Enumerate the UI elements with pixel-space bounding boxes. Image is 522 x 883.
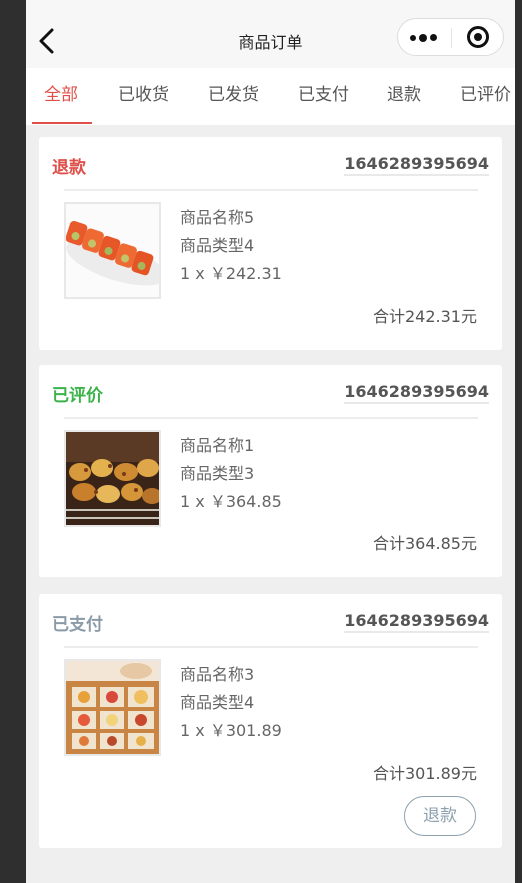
food-box-image[interactable]: [64, 659, 161, 756]
product-name: 商品名称5: [180, 208, 255, 227]
quantity-price: 1 x ￥364.85: [180, 492, 282, 511]
order-card[interactable]: 退款 1646289395694 商品名称5 商品类型4 1 x ￥242.31…: [39, 137, 502, 350]
order-number: 1646289395694: [344, 382, 489, 404]
close-target-icon[interactable]: [466, 25, 491, 50]
order-card[interactable]: 已评价 1646289395694 商品名称1 商品类型3 1 x ￥364.8…: [39, 365, 502, 577]
product-type: 商品类型4: [180, 693, 255, 712]
order-total: 合计364.85元: [373, 534, 477, 553]
tab-received[interactable]: 已收货: [118, 68, 169, 125]
product-name: 商品名称3: [180, 665, 255, 684]
product-info: 商品名称1 商品类型3 1 x ￥364.85: [180, 432, 282, 516]
refund-button[interactable]: 退款: [404, 796, 476, 836]
product-type: 商品类型3: [180, 464, 255, 483]
divider: [64, 646, 478, 648]
tab-refund[interactable]: 退款: [387, 68, 421, 125]
divider: [64, 417, 478, 419]
product-name: 商品名称1: [180, 436, 255, 455]
order-card[interactable]: 已支付 1646289395694 商品名称3 商品类型4 1 x ￥301.8…: [39, 594, 502, 848]
tab-shipped[interactable]: 已发货: [208, 68, 259, 125]
quantity-price: 1 x ￥242.31: [180, 264, 282, 283]
order-status: 退款: [52, 158, 86, 178]
phone-screen: 商品订单 全部 已收货 已发货 已支付 退款 已评价 退款 1646289395…: [26, 0, 515, 883]
order-status: 已评价: [52, 386, 103, 406]
quantity-price: 1 x ￥301.89: [180, 721, 282, 740]
product-type: 商品类型4: [180, 236, 255, 255]
divider: [64, 189, 478, 191]
mini-program-capsule: [397, 18, 504, 56]
order-number: 1646289395694: [344, 611, 489, 633]
bbq-skewers-image[interactable]: [64, 430, 161, 527]
sushi-roll-image[interactable]: [64, 202, 161, 299]
product-info: 商品名称3 商品类型4 1 x ￥301.89: [180, 661, 282, 745]
order-number: 1646289395694: [344, 154, 489, 176]
order-total: 合计242.31元: [373, 307, 477, 326]
capsule-divider: [451, 28, 452, 48]
more-dots-icon[interactable]: [410, 27, 440, 47]
product-info: 商品名称5 商品类型4 1 x ￥242.31: [180, 204, 282, 288]
tab-reviewed[interactable]: 已评价: [460, 68, 511, 125]
order-status: 已支付: [52, 615, 103, 635]
order-status-tabs: 全部 已收货 已发货 已支付 退款 已评价: [26, 68, 515, 125]
tab-paid[interactable]: 已支付: [298, 68, 349, 125]
active-tab-indicator: [32, 122, 92, 124]
navigation-bar: 商品订单: [26, 0, 515, 68]
order-total: 合计301.89元: [373, 764, 477, 783]
tab-all[interactable]: 全部: [44, 68, 78, 125]
